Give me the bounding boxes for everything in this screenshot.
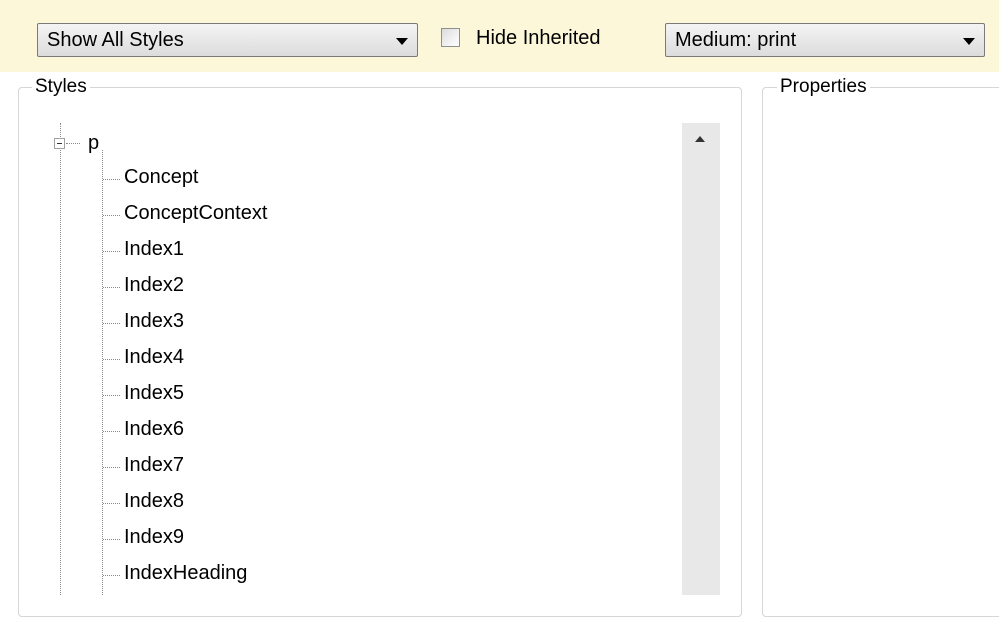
tree-connector: [103, 359, 120, 360]
tree-connector: [103, 575, 120, 576]
medium-dropdown[interactable]: Medium: print: [665, 23, 985, 57]
tree-item[interactable]: Index5: [124, 381, 184, 405]
style-filter-dropdown[interactable]: Show All Styles: [37, 23, 418, 57]
tree-connector: [103, 503, 120, 504]
scroll-up-arrow-icon[interactable]: [695, 136, 705, 142]
tree-connector: [103, 251, 120, 252]
tree-item[interactable]: Index4: [124, 345, 184, 369]
tree-connector: [103, 215, 120, 216]
tree-connector: [103, 539, 120, 540]
tree-item[interactable]: Concept: [124, 165, 199, 189]
tree-item[interactable]: Index6: [124, 417, 184, 441]
tree-item[interactable]: ConceptContext: [124, 201, 267, 225]
hide-inherited-checkbox[interactable]: [441, 28, 460, 47]
styles-scrollbar[interactable]: [682, 123, 720, 595]
tree-item[interactable]: Index7: [124, 453, 184, 477]
tree-item[interactable]: IndexHeading: [124, 561, 247, 585]
properties-group-title: Properties: [777, 76, 870, 98]
tree-connector: [103, 395, 120, 396]
tree-root-line: [60, 123, 61, 595]
properties-group: [762, 87, 999, 617]
medium-value: Medium: print: [675, 29, 797, 51]
tree-connector: [66, 143, 80, 144]
style-filter-value: Show All Styles: [47, 29, 184, 51]
tree-item[interactable]: Index9: [124, 525, 184, 549]
styles-group-title: Styles: [32, 76, 90, 98]
tree-connector: [103, 323, 120, 324]
hide-inherited-label[interactable]: Hide Inherited: [476, 26, 601, 50]
tree-node-p[interactable]: p: [88, 132, 99, 154]
tree-connector: [103, 287, 120, 288]
tree-connector: [103, 467, 120, 468]
tree-item[interactable]: Index2: [124, 273, 184, 297]
tree-connector: [103, 179, 120, 180]
tree-item[interactable]: Index3: [124, 309, 184, 333]
collapse-minus-icon[interactable]: [54, 138, 65, 149]
toolbar: Show All Styles Hide Inherited Medium: p…: [0, 0, 999, 72]
tree-child-line: [102, 150, 103, 595]
chevron-down-icon: [396, 38, 408, 45]
tree-item[interactable]: Index8: [124, 489, 184, 513]
tree-connector: [103, 431, 120, 432]
chevron-down-icon: [963, 38, 975, 45]
tree-item[interactable]: Index1: [124, 237, 184, 261]
